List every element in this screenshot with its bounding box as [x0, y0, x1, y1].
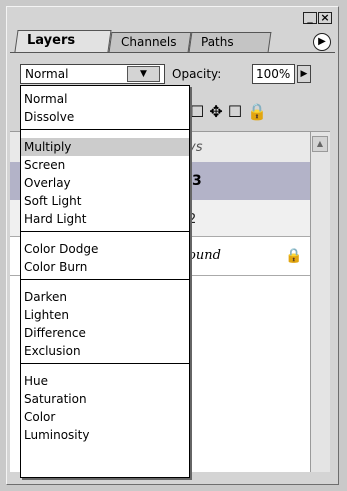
lock-icon: 🔒 [285, 248, 303, 264]
menu-separator [21, 363, 189, 364]
menu-item[interactable]: Darken [21, 288, 189, 306]
scrollbar[interactable] [310, 132, 330, 472]
menu-item[interactable]: Lighten [21, 306, 189, 324]
tab-layers-label: Layers [27, 33, 76, 48]
opacity-input[interactable]: 100% [252, 64, 295, 84]
menu-item[interactable]: Color Dodge [21, 240, 189, 258]
tab-channels-label: Channels [121, 35, 177, 49]
menu-item[interactable]: Hue [21, 372, 189, 390]
menu-item[interactable]: Saturation [21, 390, 189, 408]
menu-item[interactable]: Color Burn [21, 258, 189, 276]
tab-paths-label: Paths [201, 35, 234, 49]
menu-item[interactable]: Screen [21, 156, 189, 174]
tab-channels[interactable]: Channels [108, 32, 192, 52]
menu-separator [21, 279, 189, 280]
menu-item[interactable]: Dissolve [21, 108, 189, 126]
layer-name: ys [188, 140, 203, 155]
blend-mode-dropdown: Normal Dissolve Multiply Screen Overlay Soft … [20, 85, 190, 478]
menu-item[interactable]: Luminosity [21, 426, 189, 444]
lock-options[interactable]: ☐ ✥ ☐ 🔒 [190, 92, 267, 132]
close-button[interactable]: × [318, 12, 332, 24]
menu-item[interactable]: Overlay [21, 174, 189, 192]
menu-item[interactable]: Hard Light [21, 210, 189, 228]
layer-name: 3 [192, 173, 202, 189]
menu-item[interactable]: Difference [21, 324, 189, 342]
tab-layers[interactable]: Layers [14, 30, 112, 52]
menu-item[interactable]: Color [21, 408, 189, 426]
tab-divider [10, 52, 335, 53]
minimize-button[interactable]: _ [303, 12, 317, 24]
layer-name: ound [188, 248, 221, 263]
menu-separator [21, 231, 189, 232]
palette-menu-icon[interactable]: ▶ [313, 33, 331, 51]
menu-item[interactable]: Exclusion [21, 342, 189, 360]
menu-item[interactable]: Soft Light [21, 192, 189, 210]
tab-paths[interactable]: Paths [188, 32, 272, 52]
menu-separator [21, 129, 189, 130]
scroll-up-arrow-icon[interactable]: ▲ [312, 136, 328, 152]
menu-item[interactable]: Multiply [21, 138, 189, 156]
opacity-label: Opacity: [172, 67, 222, 81]
opacity-slider-arrow-icon[interactable]: ▶ [297, 65, 311, 83]
menu-item[interactable]: Normal [21, 90, 189, 108]
chevron-down-icon[interactable]: ▼ [127, 66, 160, 82]
